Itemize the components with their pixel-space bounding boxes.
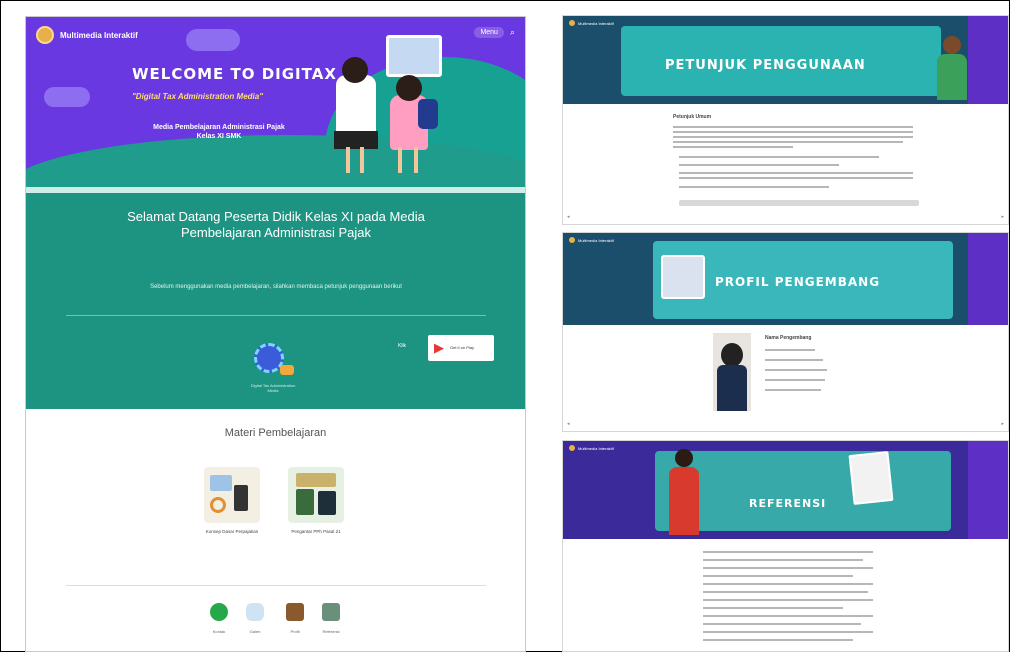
- referensi-page-screenshot: Multimedia Interaktif REFERENSI: [562, 440, 1009, 652]
- person-illustration: [665, 449, 703, 535]
- person-illustration: [935, 36, 969, 100]
- bottom-menu-item[interactable]: Galeri: [240, 603, 270, 634]
- document-icon: [848, 451, 894, 505]
- petunjuk-banner: Multimedia Interaktif PETUNJUK PENGGUNAA…: [563, 16, 1008, 104]
- brand-text: Multimedia Interaktif: [60, 30, 138, 40]
- play-label: Klik: [398, 343, 407, 349]
- magnifier-icon: [322, 603, 340, 621]
- hero-title: WELCOME TO DIGITAX: [132, 65, 337, 83]
- logo-icon: [569, 20, 575, 26]
- whatsapp-icon: [210, 603, 228, 621]
- materi-card[interactable]: Konsep Dasar Perpajakan: [204, 467, 260, 535]
- developer-name: Nama Pengembang: [765, 335, 812, 341]
- referensi-banner: Multimedia Interaktif REFERENSI: [563, 441, 1008, 539]
- hero-subtitle: "Digital Tax Administration Media": [132, 92, 264, 101]
- book-icon: [286, 603, 304, 621]
- top-nav: Menu ⌕: [474, 27, 515, 38]
- logo-icon: [569, 237, 575, 243]
- cloud-icon: [44, 87, 90, 107]
- developer-photo: [713, 333, 751, 411]
- referensi-title: REFERENSI: [749, 497, 827, 510]
- profil-page-screenshot: Multimedia Interaktif PROFIL PENGEMBANG …: [562, 232, 1009, 432]
- calculator-icon: [204, 467, 260, 523]
- search-icon[interactable]: ⌕: [510, 27, 515, 38]
- hero-media-caption: Media Pembelajaran Administrasi Pajak Ke…: [153, 124, 285, 141]
- scrollbar[interactable]: [679, 200, 919, 206]
- logo-icon: [569, 445, 575, 451]
- play-icon: ▶: [434, 340, 444, 355]
- hero-banner: Multimedia Interaktif Menu ⌕ WELCOME TO …: [26, 17, 525, 187]
- developer-photo-icon: [661, 255, 705, 299]
- menu-button[interactable]: Menu: [474, 27, 504, 38]
- materi-title: Materi Pembelajaran: [224, 427, 327, 439]
- bottom-menu-item[interactable]: Kontak: [204, 603, 234, 634]
- tax-document-icon: [288, 467, 344, 523]
- bottom-menu-item[interactable]: Profil: [280, 603, 310, 634]
- profil-title: PROFIL PENGEMBANG: [715, 275, 881, 289]
- welcome-description: Sebelum menggunakan media pembelajaran, …: [150, 284, 402, 290]
- cloud-icon: [246, 603, 264, 621]
- welcome-section: Selamat Datang Peserta Didik Kelas XI pa…: [26, 193, 525, 409]
- petunjuk-title: PETUNJUK PENGGUNAAN: [665, 58, 866, 73]
- petunjuk-page-screenshot: Multimedia Interaktif PETUNJUK PENGGUNAA…: [562, 15, 1009, 225]
- play-video-button[interactable]: ▶ Get it on Play: [428, 335, 494, 361]
- cloud-icon: [186, 29, 240, 51]
- logo-icon: [36, 26, 54, 44]
- landing-page-screenshot: Multimedia Interaktif Menu ⌕ WELCOME TO …: [25, 16, 526, 652]
- globe-caption: Digital Tax Administration Media: [250, 383, 296, 393]
- petunjuk-section-title: Petunjuk Umum: [673, 114, 712, 120]
- profil-banner: Multimedia Interaktif PROFIL PENGEMBANG: [563, 233, 1008, 325]
- students-illustration: [326, 35, 446, 180]
- brand[interactable]: Multimedia Interaktif: [36, 26, 138, 44]
- welcome-heading: Selamat Datang Peserta Didik Kelas XI pa…: [127, 209, 425, 241]
- materi-card[interactable]: Pengantar PPh Pasal 21: [288, 467, 344, 535]
- bottom-menu-item[interactable]: Referensi: [316, 603, 346, 634]
